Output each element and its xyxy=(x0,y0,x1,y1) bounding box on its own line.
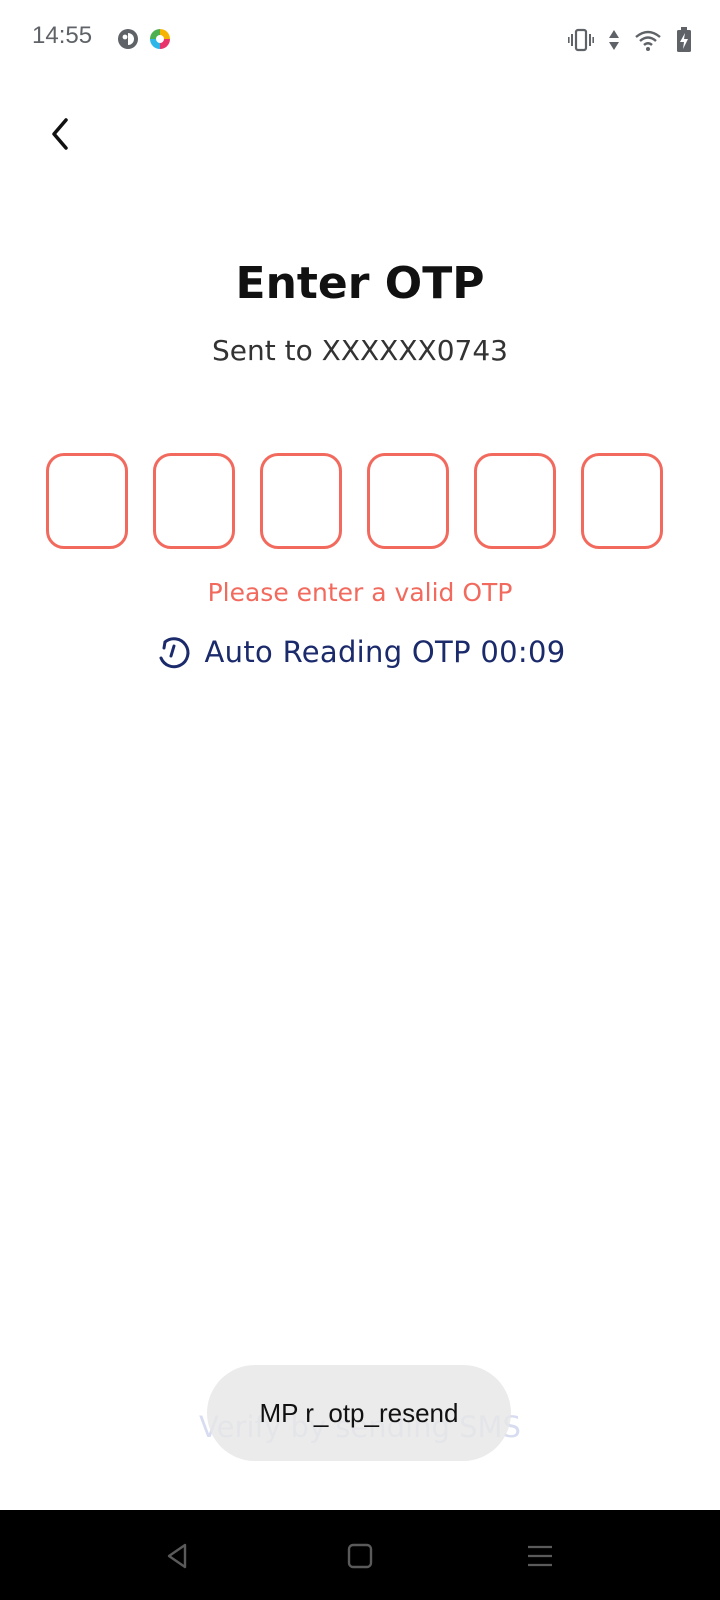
app-notification-icon xyxy=(118,29,138,49)
sent-to-text: Sent to XXXXXX0743 xyxy=(212,334,508,367)
battery-charging-icon xyxy=(677,27,691,52)
chevron-left-icon xyxy=(52,118,68,150)
otp-digit-6[interactable] xyxy=(581,453,663,549)
otp-error-message: Please enter a valid OTP xyxy=(207,578,513,607)
nav-back-button[interactable] xyxy=(152,1530,204,1582)
colorful-app-icon xyxy=(150,29,170,49)
wifi-icon xyxy=(635,30,661,51)
nav-menu-button[interactable] xyxy=(514,1530,566,1582)
otp-digit-5[interactable] xyxy=(474,453,556,549)
page-title: Enter OTP xyxy=(235,258,485,309)
status-bar: 14:55 xyxy=(0,0,720,80)
auto-reading-otp: Auto Reading OTP 00:09 xyxy=(0,634,720,670)
otp-input-row xyxy=(46,453,664,553)
otp-digit-3[interactable] xyxy=(260,453,342,549)
home-square-icon xyxy=(347,1543,373,1569)
timer-icon xyxy=(159,637,189,669)
back-triangle-icon xyxy=(167,1543,187,1569)
otp-digit-4[interactable] xyxy=(367,453,449,549)
vibrate-icon xyxy=(568,28,594,52)
data-arrows-icon xyxy=(609,30,619,50)
menu-lines-icon xyxy=(528,1545,552,1567)
back-button[interactable] xyxy=(36,110,84,158)
status-time: 14:55 xyxy=(32,22,93,49)
system-nav-bar xyxy=(0,1510,720,1600)
otp-digit-1[interactable] xyxy=(46,453,128,549)
nav-home-button[interactable] xyxy=(334,1530,386,1582)
toast-message: MP r_otp_resend xyxy=(207,1365,511,1461)
auto-reading-label: Auto Reading OTP 00:09 xyxy=(204,635,566,669)
otp-digit-2[interactable] xyxy=(153,453,235,549)
